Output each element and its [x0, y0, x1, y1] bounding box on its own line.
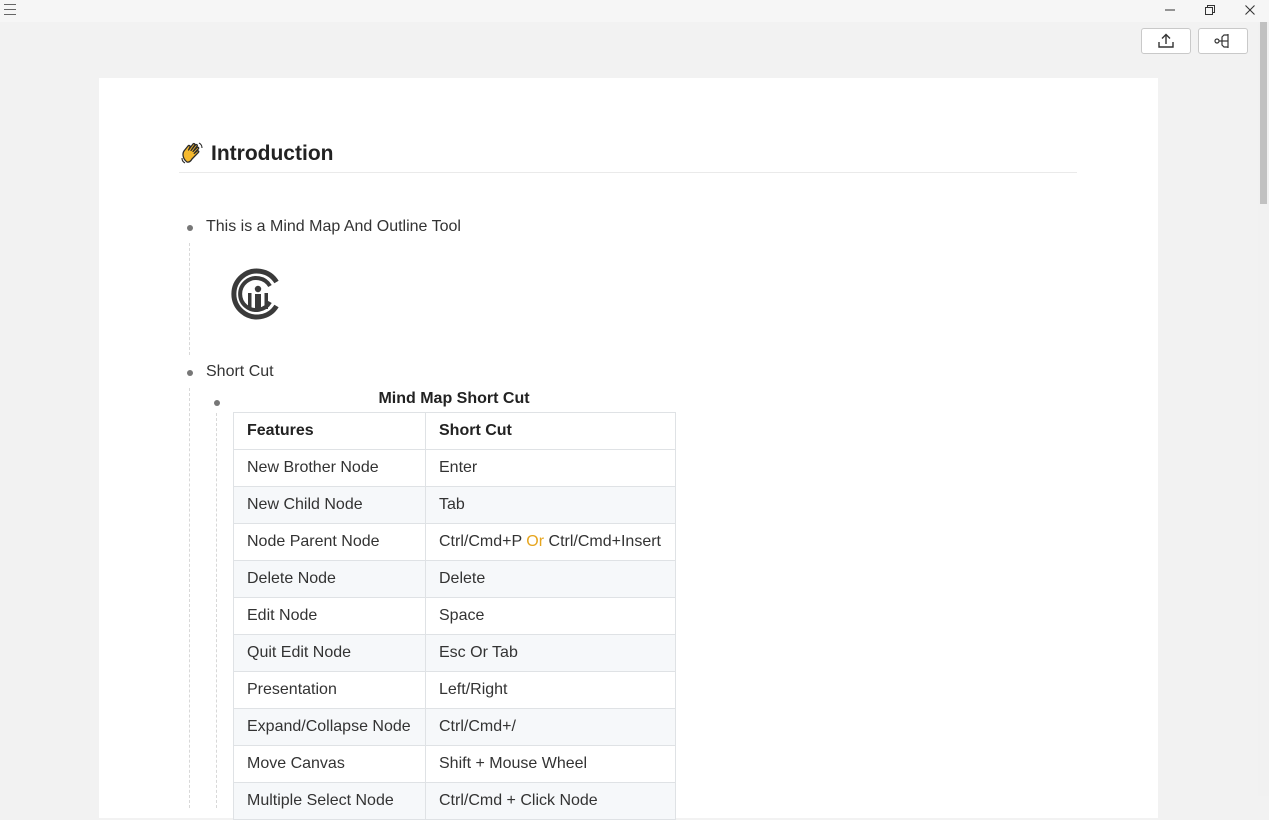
table-cell-feature: Move Canvas: [233, 745, 426, 783]
restore-button[interactable]: [1190, 0, 1230, 20]
node-text-shortcut[interactable]: Short Cut: [206, 363, 274, 381]
node-text-intro[interactable]: This is a Mind Map And Outline Tool: [206, 218, 461, 236]
close-icon: [1245, 5, 1255, 15]
table-cell-feature: Delete Node: [233, 560, 426, 598]
table-cell-feature: Multiple Select Node: [233, 782, 426, 820]
table-cell-feature: Expand/Collapse Node: [233, 708, 426, 746]
table-cell-feature: New Brother Node: [233, 449, 426, 487]
section-heading: Introduction: [179, 138, 1077, 173]
restore-icon: [1205, 5, 1215, 15]
table-row: Expand/Collapse Node Ctrl/Cmd+/: [233, 708, 676, 746]
table-cell-shortcut: Ctrl/Cmd + Click Node: [425, 782, 676, 820]
table-row: Delete Node Delete: [233, 560, 676, 598]
table-cell-shortcut: Delete: [425, 560, 676, 598]
scrollbar-thumb[interactable]: [1260, 22, 1267, 204]
table-row: Multiple Select Node Ctrl/Cmd + Click No…: [233, 782, 676, 820]
waving-hand-icon: [181, 142, 203, 164]
table-cell-shortcut: Left/Right: [425, 671, 676, 709]
table-header-shortcut: Short Cut: [425, 412, 676, 450]
table-cell-feature: New Child Node: [233, 486, 426, 524]
table-row: Node Parent Node Ctrl/Cmd+P Or Ctrl/Cmd+…: [233, 523, 676, 561]
node-bullet[interactable]: [187, 370, 193, 376]
export-button[interactable]: [1141, 28, 1191, 54]
table-row: Move Canvas Shift + Mouse Wheel: [233, 745, 676, 783]
table-header-features: Features: [233, 412, 426, 450]
table-cell-shortcut: Enter: [425, 449, 676, 487]
table-cell-feature: Node Parent Node: [233, 523, 426, 561]
node-guide-line: [189, 388, 190, 808]
table-cell-feature: Edit Node: [233, 597, 426, 635]
title-bar: [0, 0, 1269, 22]
table-row: Presentation Left/Right: [233, 671, 676, 709]
child-guide-line: [216, 413, 217, 808]
or-separator: Or: [526, 533, 545, 550]
shortcut-key-a: Ctrl/Cmd+P: [439, 533, 522, 550]
mindmap-view-icon: [1214, 34, 1229, 48]
minimize-button[interactable]: [1150, 0, 1190, 20]
table-cell-shortcut: Tab: [425, 486, 676, 524]
child-node-bullet[interactable]: [214, 400, 220, 406]
close-button[interactable]: [1230, 0, 1269, 20]
table-cell-shortcut: Shift + Mouse Wheel: [425, 745, 676, 783]
node-bullet[interactable]: [187, 225, 193, 231]
document-page: Introduction This is a Mind Map And Outl…: [99, 78, 1158, 820]
vertical-scrollbar[interactable]: [1258, 22, 1269, 796]
table-header-row: Features Short Cut: [233, 412, 676, 450]
table-row: Edit Node Space: [233, 597, 676, 635]
mindmap-view-button[interactable]: [1198, 28, 1248, 54]
table-caption: Mind Map Short Cut: [378, 390, 530, 407]
app-logo-icon: [231, 268, 279, 320]
table-cell-feature: Quit Edit Node: [233, 634, 426, 672]
table-cell-shortcut: Ctrl/Cmd+/: [425, 708, 676, 746]
shortcut-key-b: Ctrl/Cmd+Insert: [548, 533, 661, 550]
table-row: New Child Node Tab: [233, 486, 676, 524]
table-cell-feature: Presentation: [233, 671, 426, 709]
table-cell-shortcut: Esc Or Tab: [425, 634, 676, 672]
table-row: New Brother Node Enter: [233, 449, 676, 487]
export-upload-icon: [1158, 33, 1174, 48]
node-guide-line: [189, 243, 190, 355]
table-cell-shortcut: Ctrl/Cmd+P Or Ctrl/Cmd+Insert: [425, 523, 676, 561]
shortcut-table: Features Short Cut New Brother Node Ente…: [233, 412, 676, 820]
hamburger-icon[interactable]: [4, 4, 16, 15]
minimize-icon: [1165, 9, 1175, 11]
page-title: Introduction: [211, 142, 334, 165]
table-row: Quit Edit Node Esc Or Tab: [233, 634, 676, 672]
table-cell-shortcut: Space: [425, 597, 676, 635]
